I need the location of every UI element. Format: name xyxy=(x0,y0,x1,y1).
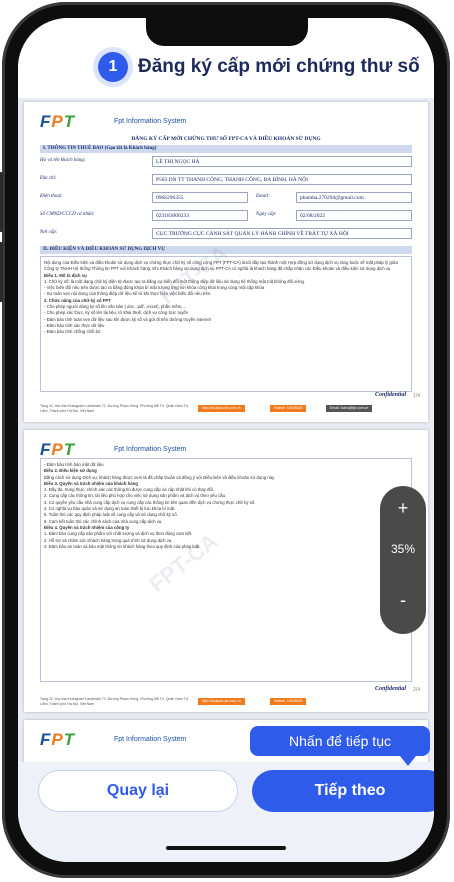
field-label: Email: xyxy=(256,194,270,199)
terms-paragraph: 3. Đảm bảo an toàn và bảo mật thông tin … xyxy=(44,543,201,549)
date-field: 02/08/2022 xyxy=(296,210,412,221)
next-button[interactable]: Tiếp theo xyxy=(252,770,434,812)
footer-address: Tầng 22, tòa nhà Keangnam Landmark 72, Đ… xyxy=(40,404,189,413)
field-label: Điện thoại: xyxy=(40,194,63,199)
continue-tooltip[interactable]: Nhấn để tiếp tục xyxy=(250,726,430,756)
confidential-label: Confidential xyxy=(374,686,406,692)
step-badge: 1 xyxy=(98,52,128,82)
page-number: 2/4 xyxy=(413,687,420,693)
home-indicator[interactable] xyxy=(166,846,286,850)
confidential-label: Confidential xyxy=(374,392,406,398)
document-page-2[interactable]: FPT Fpt Information System - Đảm bảo tín… xyxy=(24,430,428,712)
document-page-1[interactable]: FPT Fpt Information System ĐĂNG KÝ CẤP M… xyxy=(24,102,428,422)
field-label: Ngày cấp: xyxy=(256,212,277,217)
footer-web: http://chukyso.fpt.com.vn xyxy=(198,698,245,705)
side-button xyxy=(0,242,3,302)
email-field: phamha.270294@gmail.com xyxy=(296,192,412,203)
system-name: Fpt Information System xyxy=(114,736,187,743)
place-field: CỤC TRƯỞNG CỤC CẢNH SÁT QUẢN LÝ HÀNH CHÍ… xyxy=(152,228,412,239)
footer-hotline: Hotline: 19006625 xyxy=(270,405,307,412)
field-label: Số CMND/CCCD cá nhân: xyxy=(40,212,95,217)
phone-field: 0968296355 xyxy=(152,192,248,203)
footer-hotline: Hotline: 19006625 xyxy=(270,698,307,705)
field-label: Địa chỉ: xyxy=(40,176,57,181)
name-field: LÊ THỊ NGỌC HÀ xyxy=(152,156,412,167)
system-name: Fpt Information System xyxy=(114,446,187,453)
notch xyxy=(146,18,308,46)
document-footer: Tầng 22, tòa nhà Keangnam Landmark 72, Đ… xyxy=(40,403,412,415)
document-footer: Tầng 22, tòa nhà Keangnam Landmark 72, Đ… xyxy=(40,696,412,708)
field-label: Nơi cấp: xyxy=(40,230,58,235)
fpt-logo: FPT xyxy=(40,440,76,459)
zoom-level: 35% xyxy=(390,542,416,556)
footer-email: Email: hotro@fpt.com.vn xyxy=(326,405,373,412)
system-name: Fpt Information System xyxy=(114,118,187,125)
side-button xyxy=(0,172,3,232)
zoom-in-button[interactable]: + xyxy=(380,498,426,519)
document-title: ĐĂNG KÝ CẤP MỚI CHỨNG THƯ SỐ FPT-CA VÀ Đ… xyxy=(131,136,321,142)
tooltip-arrow xyxy=(400,756,416,766)
phone-frame: 1 Đăng ký cấp mới chứng thư số FPT Fpt I… xyxy=(0,2,450,878)
back-button[interactable]: Quay lại xyxy=(38,770,238,812)
page-number: 1/4 xyxy=(413,393,420,399)
page-title: Đăng ký cấp mới chứng thư số xyxy=(138,56,420,77)
zoom-control: + 35% - xyxy=(380,486,426,634)
section-header: I. THÔNG TIN THUÊ BAO (Gạo tất là Khách … xyxy=(40,145,412,153)
id-field: 023183000233 xyxy=(152,210,248,221)
terms-text: - Đảm bảo tính bảo mật dữ liệu Điều 2. Đ… xyxy=(40,458,412,682)
terms-text: Nội dung của Điều kiện và điều khoản sử … xyxy=(40,256,412,392)
footer-address: Tầng 22, tòa nhà Keangnam Landmark 72, Đ… xyxy=(40,697,189,706)
fpt-logo: FPT xyxy=(40,112,76,131)
address-field: P503 DN TT THANH CÔNG, THANH CÔNG, BA ĐÌ… xyxy=(152,174,412,185)
terms-paragraph: - Đảm bảo tính chống chối bỏ xyxy=(44,329,101,335)
fpt-logo: FPT xyxy=(40,730,76,749)
footer-web: http://chukyso.fpt.com.vn xyxy=(198,405,245,412)
field-label: Họ và tên khách hàng: xyxy=(40,158,86,163)
screen: 1 Đăng ký cấp mới chứng thư số FPT Fpt I… xyxy=(18,18,434,862)
zoom-out-button[interactable]: - xyxy=(380,590,426,611)
